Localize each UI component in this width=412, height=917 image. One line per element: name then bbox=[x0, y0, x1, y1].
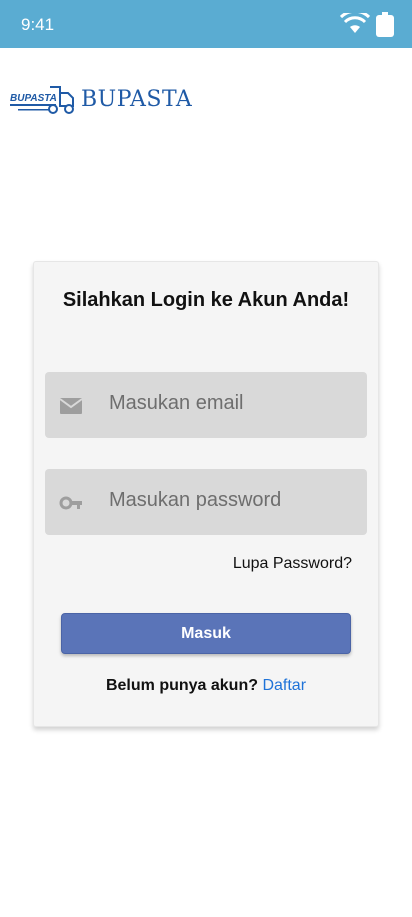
signup-prompt: Belum punya akun? Daftar bbox=[34, 677, 378, 695]
forgot-password-link[interactable]: Lupa Password? bbox=[233, 555, 352, 573]
email-placeholder: Masukan email bbox=[109, 392, 244, 414]
wifi-icon bbox=[340, 13, 370, 33]
logo-tag: BUPASTA bbox=[10, 93, 57, 104]
login-button[interactable]: Masuk bbox=[61, 613, 351, 654]
page-title: Silahkan Login ke Akun Anda! bbox=[62, 289, 350, 311]
password-placeholder: Masukan password bbox=[109, 489, 282, 511]
battery-icon bbox=[376, 12, 394, 37]
signup-prompt-text: Belum punya akun? bbox=[105, 677, 258, 694]
brand-logo-text: BUPASTA bbox=[81, 87, 193, 112]
status-bar: 9:41 bbox=[0, 0, 412, 48]
login-card: Silahkan Login ke Akun Anda! Masukan ema… bbox=[33, 261, 379, 727]
key-icon bbox=[59, 496, 82, 510]
signup-link[interactable]: Daftar bbox=[262, 677, 306, 694]
mail-icon bbox=[59, 398, 83, 414]
status-time: 9:41 bbox=[21, 15, 55, 34]
email-field[interactable]: Masukan email bbox=[45, 372, 367, 438]
password-field[interactable]: Masukan password bbox=[45, 469, 367, 535]
